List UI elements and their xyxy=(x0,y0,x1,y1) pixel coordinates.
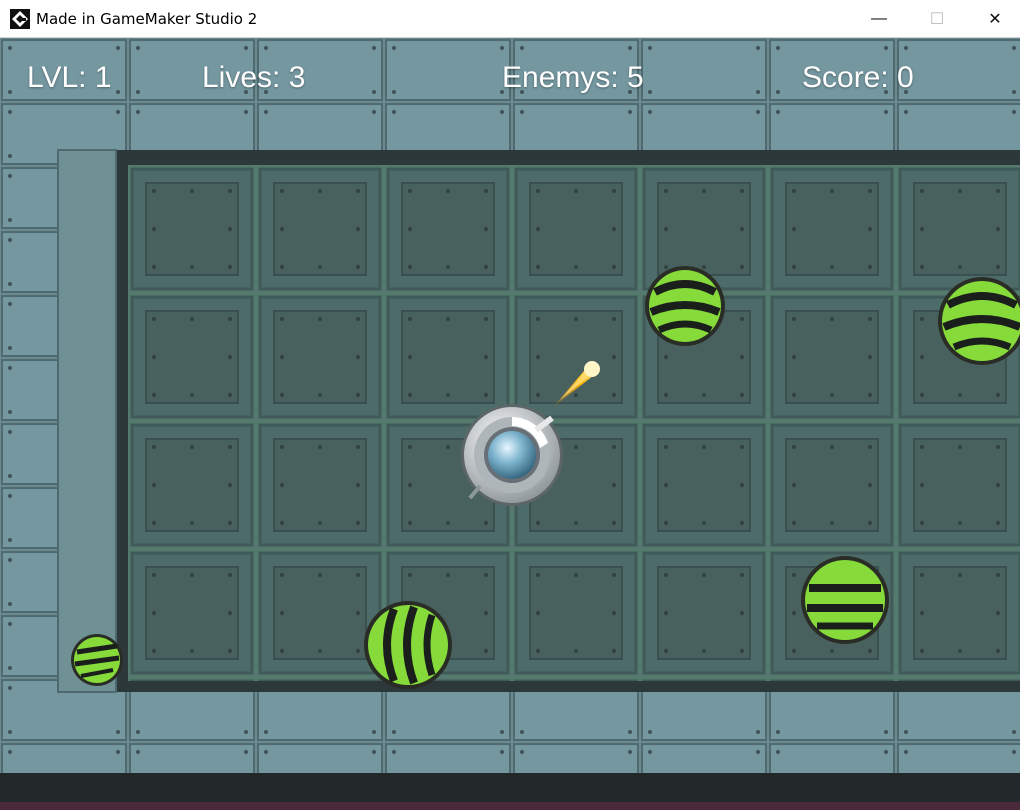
game-canvas[interactable]: LVL: 1 Lives: 3 Enemys: 5 Score: 0 xyxy=(0,38,1020,810)
bottom-wall xyxy=(58,692,1020,776)
spiky-ball-icon xyxy=(364,601,452,689)
level-counter: LVL: 1 xyxy=(27,61,112,94)
game-scene xyxy=(0,38,1020,810)
lives-counter: Lives: 3 xyxy=(202,61,306,94)
enemies-counter: Enemys: 5 xyxy=(502,61,644,94)
minimize-button[interactable]: — xyxy=(850,0,908,37)
maximize-button[interactable]: ☐ xyxy=(908,0,966,37)
spiky-ball-icon xyxy=(71,634,123,686)
score-counter: Score: 0 xyxy=(802,61,914,94)
spiky-ball-icon xyxy=(645,266,725,346)
desktop-strip xyxy=(0,802,1020,810)
player-turret-icon xyxy=(461,404,563,506)
close-button[interactable]: ✕ xyxy=(966,0,1020,37)
left-wall-column xyxy=(57,149,117,693)
window-titlebar[interactable]: Made in GameMaker Studio 2 — ☐ ✕ xyxy=(0,0,1020,38)
spiky-ball-icon xyxy=(801,556,889,644)
gamemaker-logo-icon xyxy=(10,9,30,29)
window-title: Made in GameMaker Studio 2 xyxy=(36,10,258,28)
